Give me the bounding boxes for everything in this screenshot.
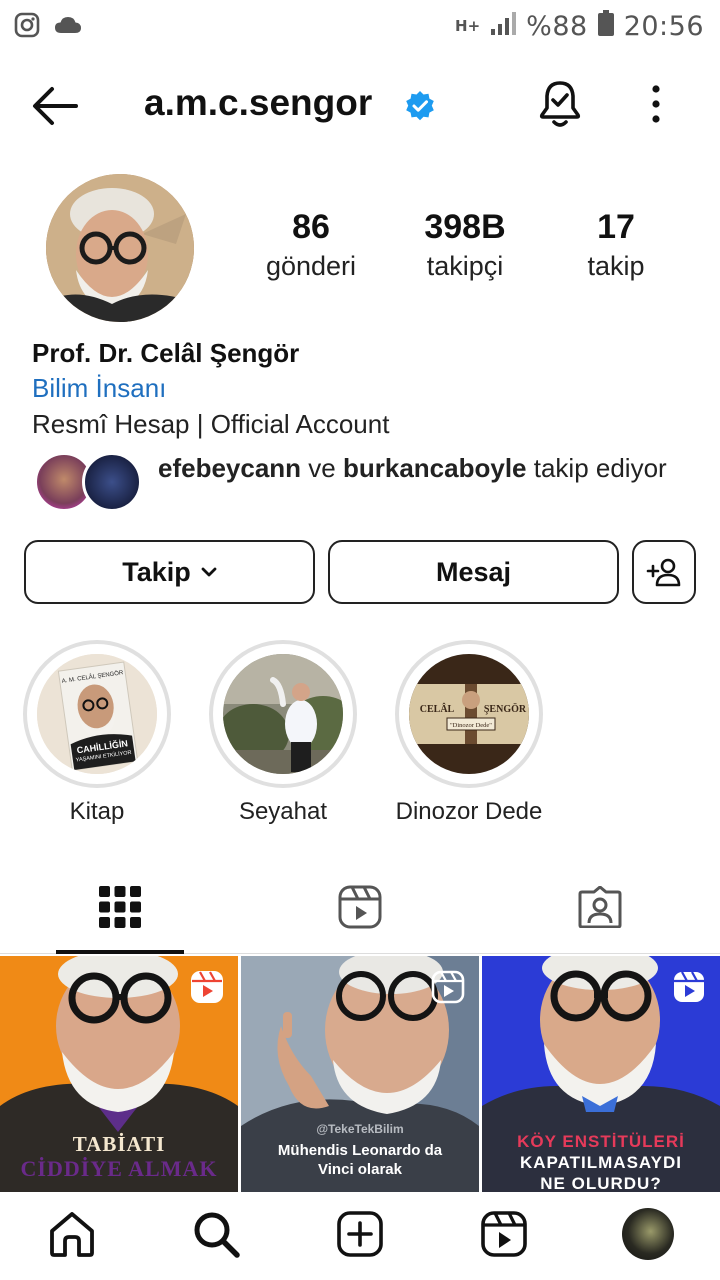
post-watermark: @TekeTekBilim [316,1122,404,1136]
highlight-ring: CELÂL ŞENGÖR "Dinozor Dede" [395,640,543,788]
reels-icon [338,885,382,929]
posts-count-label: gönderi [265,251,357,281]
network-type-indicator: H+ [455,17,481,35]
bottom-navigation [0,1192,720,1280]
post-caption-line1: Mühendis Leonardo da [277,1142,443,1159]
back-button[interactable] [30,84,80,128]
chevron-down-icon [201,567,217,577]
notifications-button[interactable] [536,78,584,130]
more-vertical-icon [652,85,660,123]
message-button-label: Mesaj [435,556,512,587]
profile-header: a.m.c.sengor [0,70,720,140]
add-person-icon [646,558,681,587]
svg-text:ŞENGÖR: ŞENGÖR [484,702,527,715]
search-icon [194,1212,240,1258]
highlight-label: Seyahat [238,798,328,825]
reel-badge-icon [431,970,465,1004]
post-caption-line2: KAPATILMASAYDI [520,1153,682,1172]
profile-avatar[interactable] [46,174,194,322]
reels-icon [481,1211,527,1257]
highlight-kitap[interactable]: A. M. CELÂL ŞENGÖR CAHİLLİĞİN YAŞAMINI E… [22,640,172,826]
follow-button[interactable]: Takip [24,540,315,604]
post-caption-line1: TABİATI [72,1132,166,1156]
nav-home[interactable] [46,1208,98,1260]
mutual-followers-text: efebeycann ve burkancaboyle takip ediyor [158,453,667,483]
highlight-cover-travel [223,654,343,774]
followers-count-value: 398B [424,208,506,246]
following-count-value: 17 [597,208,635,246]
follow-button-label: Takip [122,556,191,587]
highlight-seyahat[interactable]: Seyahat [208,640,358,826]
plus-square-icon [337,1211,383,1257]
following-count[interactable]: 17 takip [536,208,696,282]
mutual-followers[interactable]: efebeycann ve burkancaboyle takip ediyor [34,452,694,516]
message-button[interactable]: Mesaj [328,540,619,604]
reel-badge-icon [190,970,224,1004]
arrow-left-icon [33,87,78,125]
nav-reels[interactable] [478,1208,530,1260]
followers-count[interactable]: 398B takipçi [385,208,545,282]
svg-text:CELÂL: CELÂL [420,703,455,715]
grid-icon [99,886,141,928]
battery-icon [597,10,614,43]
nav-profile[interactable] [622,1208,674,1260]
tab-posts-grid[interactable] [0,860,240,954]
post-caption-line1: KÖY ENSTİTÜLERİ [517,1132,685,1151]
highlight-label: Kitap [69,798,125,825]
post-thumbnail-1[interactable]: TABİATI CİDDİYE ALMAK [0,956,238,1192]
battery-percentage: %88 [526,11,588,42]
profile-username: a.m.c.sengor [144,82,373,123]
followers-count-label: takipçi [426,251,504,281]
highlight-label: Dinozor Dede [395,798,543,825]
highlight-ring [209,640,357,788]
posts-count[interactable]: 86 gönderi [231,208,391,282]
profile-content-tabs [0,860,720,954]
nav-search[interactable] [190,1208,242,1260]
more-options-button[interactable] [638,82,674,128]
posts-count-value: 86 [292,208,330,246]
highlight-dinozor-dede[interactable]: CELÂL ŞENGÖR "Dinozor Dede" Dinozor Dede [394,640,544,826]
posts-grid: TABİATI CİDDİYE ALMAK @TekeTekBilim Mühe… [0,956,720,1192]
mutual-follower-avatar-2 [82,452,142,512]
suggested-users-button[interactable] [632,540,696,604]
highlight-ring: A. M. CELÂL ŞENGÖR CAHİLLİĞİN YAŞAMINI E… [23,640,171,788]
nav-create[interactable] [334,1208,386,1260]
cloud-icon [54,15,82,40]
home-icon [50,1212,94,1257]
post-caption-line2: Vinci olarak [318,1161,402,1178]
clock: 20:56 [623,11,704,42]
highlight-cover-book: A. M. CELÂL ŞENGÖR CAHİLLİĞİN YAŞAMINI E… [37,654,157,774]
tagged-person-icon [578,886,622,928]
post-thumbnail-2[interactable]: @TekeTekBilim Mühendis Leonardo da Vinci… [241,956,479,1192]
verified-badge-icon [404,90,436,122]
tab-reels[interactable] [240,860,480,954]
active-tab-indicator [56,950,184,954]
bell-check-icon [539,81,581,127]
post-thumbnail-3[interactable]: KÖY ENSTİTÜLERİ KAPATILMASAYDI NE OLURDU… [482,956,720,1192]
profile-category[interactable]: Bilim İnsanı [32,373,166,404]
highlight-cover-dinozor-dede: CELÂL ŞENGÖR "Dinozor Dede" [409,654,529,774]
signal-icon [490,11,517,42]
profile-full-name: Prof. Dr. Celâl Şengör [32,338,300,368]
instagram-notification-icon [14,12,40,43]
reel-badge-icon [672,970,706,1004]
tab-tagged[interactable] [480,860,720,954]
profile-bio: Resmî Hesap | Official Account [32,409,390,439]
profile-avatar-icon [622,1208,674,1260]
status-bar: H+ %88 20:56 [0,0,720,52]
following-count-label: takip [587,251,645,281]
post-caption-line3: NE OLURDU? [540,1174,662,1192]
svg-text:"Dinozor Dede": "Dinozor Dede" [450,722,492,729]
post-caption-line2: CİDDİYE ALMAK [20,1156,218,1181]
